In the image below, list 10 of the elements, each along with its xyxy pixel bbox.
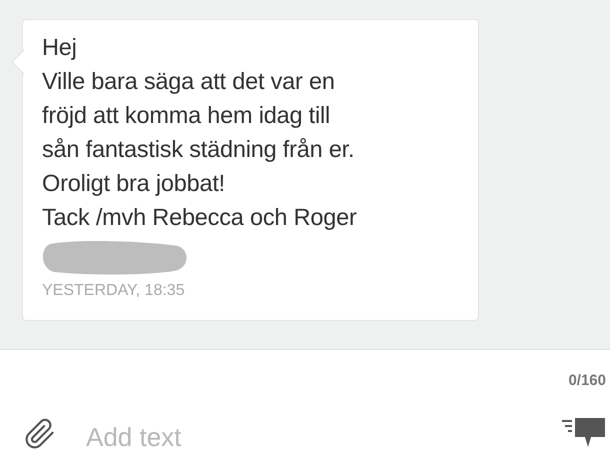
- message-timestamp: YESTERDAY, 18:35: [42, 282, 186, 300]
- message-text: Ville bara säga att det var en: [42, 67, 336, 96]
- character-counter: 0/160: [568, 372, 606, 389]
- message-text: Tack /mvh Rebecca och Roger: [42, 203, 358, 232]
- message-text: sån fantastisk städning från er.: [42, 135, 356, 164]
- message-text: Hej: [42, 33, 78, 62]
- message-text: fröjd att komma hem idag till: [42, 101, 332, 130]
- paperclip-icon[interactable]: [24, 418, 56, 450]
- message-text: Oroligt bra jobbat!: [42, 169, 226, 198]
- message-input[interactable]: Add text: [86, 414, 532, 453]
